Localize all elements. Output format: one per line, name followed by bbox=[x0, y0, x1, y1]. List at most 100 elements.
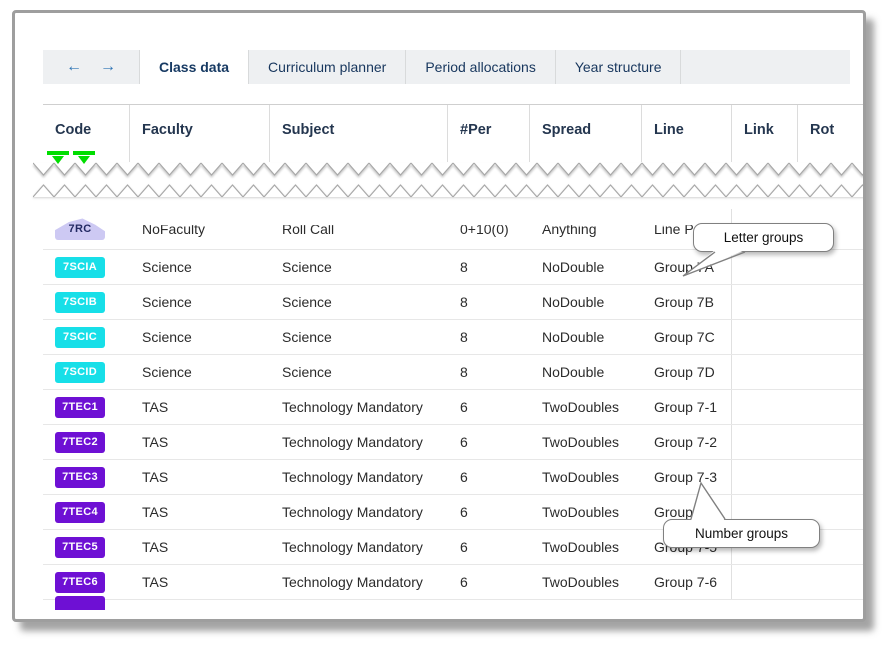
cell-faculty[interactable]: NoFaculty bbox=[130, 221, 270, 237]
class-code-badge[interactable]: 7TEC3 bbox=[55, 466, 105, 488]
cell-periods[interactable]: 8 bbox=[448, 364, 530, 380]
class-code-badge[interactable]: 7SCID bbox=[55, 361, 105, 383]
cell-subject[interactable]: Science bbox=[270, 294, 448, 310]
cell-subject[interactable]: Science bbox=[270, 329, 448, 345]
class-code-badge[interactable]: 7SCIC bbox=[55, 326, 105, 348]
cell-line[interactable]: Group 7-2 bbox=[642, 425, 732, 459]
column-header-spread[interactable]: Spread bbox=[530, 105, 642, 162]
class-code-badge[interactable]: 7RC bbox=[55, 218, 105, 240]
cell-faculty[interactable]: Science bbox=[130, 259, 270, 275]
selection-markers bbox=[47, 151, 95, 164]
tab-curriculum-planner[interactable]: Curriculum planner bbox=[249, 50, 407, 84]
cell-faculty[interactable]: Science bbox=[130, 294, 270, 310]
cell-subject[interactable]: Technology Mandatory bbox=[270, 574, 448, 590]
torn-edge-top bbox=[33, 161, 863, 177]
table-header: Code Faculty Subject #Per Spread Line Li… bbox=[43, 104, 863, 162]
back-arrow-icon[interactable]: ← bbox=[66, 59, 82, 75]
cell-line[interactable]: Group 7-6 bbox=[642, 565, 732, 599]
cell-periods[interactable]: 8 bbox=[448, 294, 530, 310]
column-header-line[interactable]: Line bbox=[642, 105, 732, 162]
cell-subject[interactable]: Technology Mandatory bbox=[270, 469, 448, 485]
cell-faculty[interactable]: TAS bbox=[130, 434, 270, 450]
cell-code[interactable]: 7TEC5 bbox=[43, 536, 130, 558]
table-row[interactable]: 7SCIB Science Science 8 NoDouble Group 7… bbox=[43, 285, 863, 320]
cell-periods[interactable]: 6 bbox=[448, 469, 530, 485]
cell-code[interactable]: 7TEC3 bbox=[43, 466, 130, 488]
class-code-badge[interactable]: 7TEC2 bbox=[55, 431, 105, 453]
cell-code[interactable]: 7SCIB bbox=[43, 291, 130, 313]
table-row[interactable]: 7SCID Science Science 8 NoDouble Group 7… bbox=[43, 355, 863, 390]
cell-line[interactable]: Group 7B bbox=[642, 285, 732, 319]
column-header-subject[interactable]: Subject bbox=[270, 105, 448, 162]
cell-faculty[interactable]: Science bbox=[130, 329, 270, 345]
table-row[interactable]: 7TEC1 TAS Technology Mandatory 6 TwoDoub… bbox=[43, 390, 863, 425]
cell-spread[interactable]: TwoDoubles bbox=[530, 434, 642, 450]
cell-line[interactable]: Group 7-1 bbox=[642, 390, 732, 424]
tab-period-allocations[interactable]: Period allocations bbox=[406, 50, 556, 84]
cell-spread[interactable]: NoDouble bbox=[530, 364, 642, 380]
callout-tail bbox=[690, 481, 726, 521]
cell-periods[interactable]: 0+10(0) bbox=[448, 221, 530, 237]
cell-spread[interactable]: NoDouble bbox=[530, 294, 642, 310]
column-header-rotation[interactable]: Rot bbox=[798, 105, 863, 162]
cell-subject[interactable]: Roll Call bbox=[270, 221, 448, 237]
class-code-badge[interactable]: 7TEC4 bbox=[55, 501, 105, 523]
forward-arrow-icon[interactable]: → bbox=[100, 59, 116, 75]
cell-spread[interactable]: Anything bbox=[530, 221, 642, 237]
cell-code[interactable]: 7SCIC bbox=[43, 326, 130, 348]
table-row[interactable]: 7SCIC Science Science 8 NoDouble Group 7… bbox=[43, 320, 863, 355]
class-code-badge[interactable]: 7TEC5 bbox=[55, 536, 105, 558]
cell-subject[interactable]: Science bbox=[270, 364, 448, 380]
cell-periods[interactable]: 8 bbox=[448, 259, 530, 275]
tab-class-data[interactable]: Class data bbox=[140, 50, 250, 84]
cell-spread[interactable]: TwoDoubles bbox=[530, 399, 642, 415]
cell-code[interactable]: 7RC bbox=[43, 218, 130, 240]
cell-code[interactable]: 7SCIA bbox=[43, 256, 130, 278]
table-row[interactable]: 7TEC6 TAS Technology Mandatory 6 TwoDoub… bbox=[43, 565, 863, 600]
class-code-badge[interactable]: 7SCIA bbox=[55, 256, 105, 278]
cell-line[interactable]: Group 7D bbox=[642, 355, 732, 389]
cell-faculty[interactable]: TAS bbox=[130, 574, 270, 590]
cell-faculty[interactable]: TAS bbox=[130, 504, 270, 520]
cell-spread[interactable]: TwoDoubles bbox=[530, 574, 642, 590]
green-triangle-icon bbox=[78, 156, 90, 164]
cell-periods[interactable]: 8 bbox=[448, 329, 530, 345]
cell-spread[interactable]: TwoDoubles bbox=[530, 469, 642, 485]
class-code-badge[interactable]: 7SCIB bbox=[55, 291, 105, 313]
cell-periods[interactable]: 6 bbox=[448, 399, 530, 415]
column-header-link[interactable]: Link bbox=[732, 105, 798, 162]
cell-faculty[interactable]: TAS bbox=[130, 539, 270, 555]
cell-spread[interactable]: NoDouble bbox=[530, 259, 642, 275]
table-row[interactable]: 7TEC3 TAS Technology Mandatory 6 TwoDoub… bbox=[43, 460, 863, 495]
tab-year-structure[interactable]: Year structure bbox=[556, 50, 682, 84]
cell-faculty[interactable]: Science bbox=[130, 364, 270, 380]
cell-code[interactable]: 7TEC2 bbox=[43, 431, 130, 453]
cell-spread[interactable]: TwoDoubles bbox=[530, 539, 642, 555]
green-triangle-icon bbox=[52, 156, 64, 164]
cell-subject[interactable]: Technology Mandatory bbox=[270, 539, 448, 555]
cell-subject[interactable]: Science bbox=[270, 259, 448, 275]
cell-code[interactable]: 7TEC1 bbox=[43, 396, 130, 418]
selection-marker bbox=[47, 151, 69, 164]
cell-code[interactable]: 7SCID bbox=[43, 361, 130, 383]
cell-subject[interactable]: Technology Mandatory bbox=[270, 399, 448, 415]
cell-faculty[interactable]: TAS bbox=[130, 469, 270, 485]
cell-spread[interactable]: NoDouble bbox=[530, 329, 642, 345]
cell-spread[interactable]: TwoDoubles bbox=[530, 504, 642, 520]
column-header-periods[interactable]: #Per bbox=[448, 105, 530, 162]
table-row[interactable]: 7TEC2 TAS Technology Mandatory 6 TwoDoub… bbox=[43, 425, 863, 460]
cell-periods[interactable]: 6 bbox=[448, 574, 530, 590]
cell-code[interactable]: 7TEC4 bbox=[43, 501, 130, 523]
cell-line[interactable]: Group 7C bbox=[642, 320, 732, 354]
cell-code[interactable]: 7TEC6 bbox=[43, 571, 130, 593]
selection-marker bbox=[73, 151, 95, 164]
cell-periods[interactable]: 6 bbox=[448, 504, 530, 520]
class-code-badge[interactable]: 7TEC1 bbox=[55, 396, 105, 418]
cell-subject[interactable]: Technology Mandatory bbox=[270, 504, 448, 520]
cell-subject[interactable]: Technology Mandatory bbox=[270, 434, 448, 450]
column-header-faculty[interactable]: Faculty bbox=[130, 105, 270, 162]
cell-faculty[interactable]: TAS bbox=[130, 399, 270, 415]
cell-periods[interactable]: 6 bbox=[448, 434, 530, 450]
class-code-badge[interactable]: 7TEC6 bbox=[55, 571, 105, 593]
cell-periods[interactable]: 6 bbox=[448, 539, 530, 555]
